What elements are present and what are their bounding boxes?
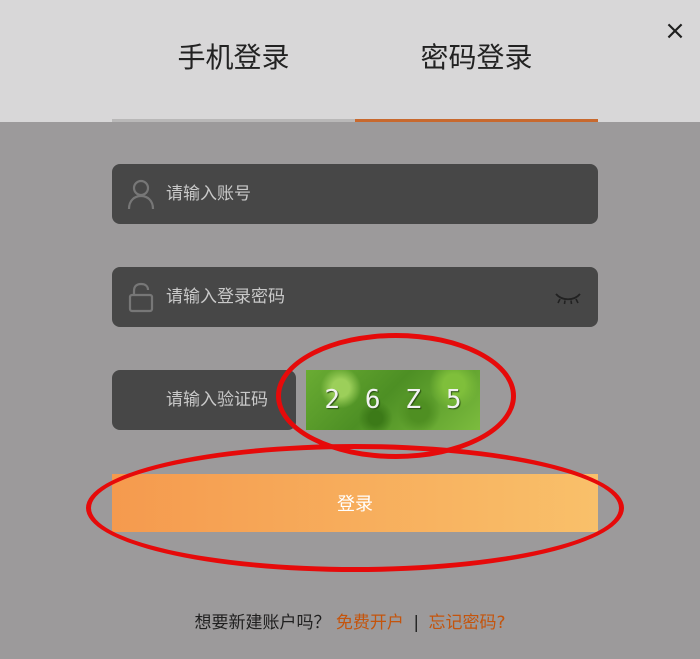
login-header: 手机登录 密码登录 × [0, 0, 700, 122]
captcha-char: 5 [445, 385, 462, 415]
login-button[interactable]: 登录 [112, 474, 598, 532]
tab-phone-login[interactable]: 手机登录 [112, 0, 355, 122]
register-link[interactable]: 免费开户 [336, 613, 404, 633]
captcha-image[interactable]: 2 6 Z 5 [306, 370, 480, 430]
footer-links: 想要新建账户吗？ 免费开户 | 忘记密码? [0, 608, 700, 633]
user-icon [127, 179, 155, 210]
account-field [112, 164, 598, 224]
tab-phone-login-label: 手机登录 [177, 40, 290, 74]
forgot-password-link[interactable]: 忘记密码? [428, 613, 505, 633]
tab-password-login-label: 密码登录 [420, 40, 533, 74]
tab-password-login[interactable]: 密码登录 [355, 0, 598, 122]
account-input[interactable] [166, 164, 526, 224]
captcha-field [112, 370, 296, 430]
close-icon[interactable]: × [660, 16, 690, 46]
register-prompt: 想要新建账户吗？ [194, 613, 331, 633]
captcha-char: 6 [364, 385, 381, 415]
footer-separator: | [413, 613, 420, 633]
captcha-char: 2 [324, 385, 341, 415]
lock-icon [128, 282, 154, 313]
captcha-char: Z [405, 385, 422, 415]
eye-closed-icon[interactable] [554, 291, 582, 305]
password-input[interactable] [166, 267, 526, 327]
password-field [112, 267, 598, 327]
captcha-input[interactable] [166, 370, 286, 430]
